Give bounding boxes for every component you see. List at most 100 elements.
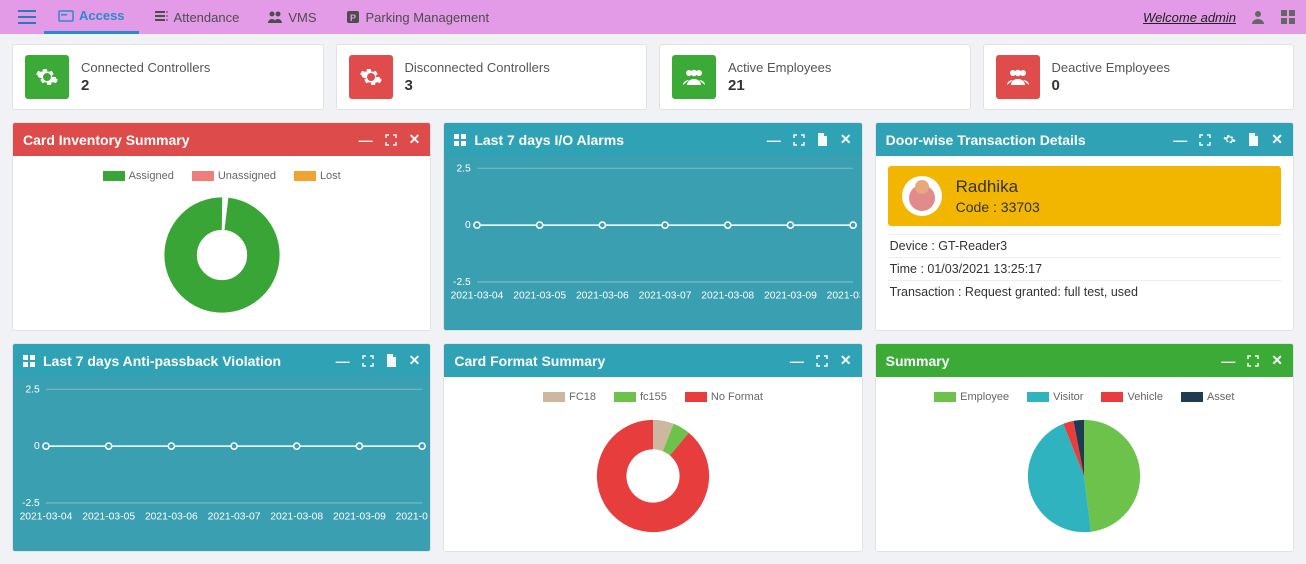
txn-code: Code : 33703	[956, 199, 1040, 215]
close-icon[interactable]: ✕	[409, 352, 421, 369]
minimize-icon[interactable]: —	[767, 132, 781, 148]
svg-text:2021-03-06: 2021-03-06	[576, 290, 629, 301]
nav-tab-parking[interactable]: P Parking Management	[331, 0, 504, 34]
svg-text:2021-03-07: 2021-03-07	[208, 511, 261, 522]
expand-icon[interactable]	[1247, 355, 1259, 367]
apps-grid-icon[interactable]	[1280, 9, 1296, 25]
close-icon[interactable]: ✕	[409, 131, 421, 148]
transaction-card: Radhika Code : 33703	[888, 166, 1281, 226]
nav-tab-access[interactable]: Access	[44, 0, 139, 34]
users-icon	[672, 55, 716, 99]
svg-text:-2.5: -2.5	[22, 498, 40, 509]
svg-text:2.5: 2.5	[25, 384, 40, 395]
users-icon	[996, 55, 1040, 99]
svg-text:2021-03-04: 2021-03-04	[451, 290, 504, 301]
txn-time: Time : 01/03/2021 13:25:17	[888, 257, 1281, 280]
close-icon[interactable]: ✕	[1271, 352, 1283, 369]
top-nav: Access Attendance VMS P Parking Manageme…	[0, 0, 1306, 34]
close-icon[interactable]: ✕	[840, 131, 852, 148]
svg-text:0: 0	[34, 441, 40, 452]
document-icon[interactable]	[817, 133, 828, 146]
chart-legend: Assigned Unassigned Lost	[25, 170, 418, 182]
menu-toggle-icon[interactable]	[10, 10, 44, 24]
expand-icon[interactable]	[793, 134, 805, 146]
stat-value: 0	[1052, 77, 1171, 94]
panel-title: Card Format Summary	[454, 353, 605, 369]
stat-title: Disconnected Controllers	[405, 60, 550, 75]
svg-text:P: P	[349, 13, 355, 23]
donut-chart-card-inventory	[157, 190, 287, 320]
expand-icon[interactable]	[816, 355, 828, 367]
nav-tab-label: Access	[79, 8, 125, 23]
svg-text:2.5: 2.5	[457, 163, 472, 174]
stat-connected-controllers: Connected Controllers 2	[12, 44, 324, 110]
stat-title: Deactive Employees	[1052, 60, 1171, 75]
close-icon[interactable]: ✕	[1271, 131, 1283, 148]
svg-text:2021-03-09: 2021-03-09	[764, 290, 817, 301]
svg-text:2021-03-05: 2021-03-05	[82, 511, 135, 522]
stat-title: Active Employees	[728, 60, 831, 75]
txn-device: Device : GT-Reader3	[888, 234, 1281, 257]
svg-text:2021-03-07: 2021-03-07	[639, 290, 692, 301]
stat-deactive-employees: Deactive Employees 0	[983, 44, 1295, 110]
txn-details: Device : GT-Reader3 Time : 01/03/2021 13…	[888, 234, 1281, 303]
panel-title: Last 7 days I/O Alarms	[474, 132, 624, 148]
welcome-text[interactable]: Welcome admin	[1143, 10, 1236, 25]
chart-legend: FC18 fc155 No Format	[456, 391, 849, 403]
gear-icon	[349, 55, 393, 99]
stat-value: 2	[81, 77, 210, 94]
grid-icon	[23, 355, 35, 367]
panel-door-txn: Door-wise Transaction Details — ✕ Radhik…	[875, 122, 1294, 331]
panel-io-alarms: Last 7 days I/O Alarms — ✕ -2.5 0 2.5 2021-…	[443, 122, 862, 331]
line-chart-anti-passback: -2.5 0 2.5 2021-03-04 2021-03-05 2021-03-06 20…	[15, 381, 428, 526]
gear-icon	[25, 55, 69, 99]
svg-text:2021-03-04: 2021-03-04	[20, 511, 73, 522]
grid-icon	[454, 134, 466, 146]
panel-title: Card Inventory Summary	[23, 132, 190, 148]
nav-tab-label: Attendance	[174, 10, 240, 25]
svg-text:-2.5: -2.5	[453, 277, 471, 288]
line-chart-io-alarms: -2.5 0 2.5 2021-03-04 2021-03-05 2021-03-06 20…	[446, 160, 859, 305]
minimize-icon[interactable]: —	[790, 353, 804, 369]
svg-text:2021-03-06: 2021-03-06	[145, 511, 198, 522]
panel-anti-passback: Last 7 days Anti-passback Violation — ✕ …	[12, 343, 431, 552]
nav-tab-label: VMS	[288, 10, 316, 25]
stat-active-employees: Active Employees 21	[659, 44, 971, 110]
svg-text:2021-03-08: 2021-03-08	[270, 511, 323, 522]
minimize-icon[interactable]: —	[1173, 132, 1187, 148]
svg-text:2021-03-09: 2021-03-09	[333, 511, 386, 522]
chart-legend: Employee Visitor Vehicle Asset	[888, 391, 1281, 403]
panel-summary: Summary — ✕ Employee Visitor Vehicle Ass…	[875, 343, 1294, 552]
expand-icon[interactable]	[385, 134, 397, 146]
document-icon[interactable]	[1248, 133, 1259, 146]
svg-text:2021-03-10: 2021-03-10	[827, 290, 860, 301]
stats-row: Connected Controllers 2 Disconnected Con…	[0, 34, 1306, 110]
stat-title: Connected Controllers	[81, 60, 210, 75]
nav-tab-attendance[interactable]: Attendance	[139, 0, 254, 34]
panel-card-format: Card Format Summary — ✕ FC18 fc155 No Fo…	[443, 343, 862, 552]
svg-text:2021-03-10: 2021-03-10	[396, 511, 429, 522]
nav-tab-vms[interactable]: VMS	[253, 0, 330, 34]
minimize-icon[interactable]: —	[359, 132, 373, 148]
txn-name: Radhika	[956, 177, 1040, 197]
svg-text:0: 0	[465, 220, 471, 231]
dashboard-grid: Card Inventory Summary — ✕ Assigned Unas…	[0, 110, 1306, 564]
panel-card-inventory: Card Inventory Summary — ✕ Assigned Unas…	[12, 122, 431, 331]
svg-text:2021-03-05: 2021-03-05	[514, 290, 567, 301]
avatar	[902, 176, 942, 216]
user-icon[interactable]	[1250, 9, 1266, 25]
nav-tab-label: Parking Management	[366, 10, 490, 25]
minimize-icon[interactable]: —	[336, 353, 350, 369]
svg-text:2021-03-08: 2021-03-08	[702, 290, 755, 301]
gear-icon[interactable]	[1223, 133, 1236, 146]
expand-icon[interactable]	[1199, 134, 1211, 146]
close-icon[interactable]: ✕	[840, 352, 852, 369]
expand-icon[interactable]	[362, 355, 374, 367]
stat-value: 3	[405, 77, 550, 94]
pie-chart-summary	[1019, 411, 1149, 541]
stat-disconnected-controllers: Disconnected Controllers 3	[336, 44, 648, 110]
stat-value: 21	[728, 77, 831, 94]
panel-title: Summary	[886, 353, 950, 369]
minimize-icon[interactable]: —	[1221, 353, 1235, 369]
document-icon[interactable]	[386, 354, 397, 367]
